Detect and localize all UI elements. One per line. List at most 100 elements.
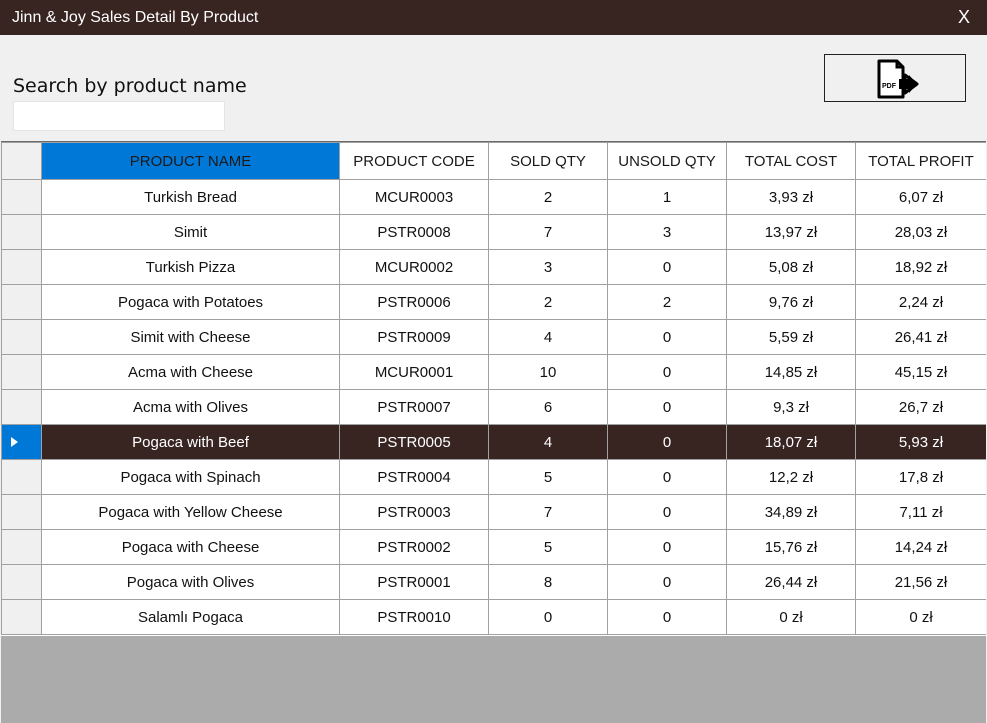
total-cost-cell[interactable]: 18,07 zł (726, 424, 856, 460)
sold-qty-cell[interactable]: 7 (488, 214, 608, 250)
product-name-cell[interactable]: Pogaca with Yellow Cheese (41, 494, 340, 530)
sold-qty-cell[interactable]: 7 (488, 494, 608, 530)
total-cost-cell[interactable]: 3,93 zł (726, 179, 856, 215)
unsold-qty-cell[interactable]: 0 (607, 389, 727, 425)
total-cost-cell[interactable]: 5,59 zł (726, 319, 856, 355)
total-profit-cell[interactable]: 18,92 zł (855, 249, 986, 285)
export-pdf-button[interactable]: PDF (824, 54, 966, 102)
total-profit-cell[interactable]: 28,03 zł (855, 214, 986, 250)
product-code-cell[interactable]: PSTR0008 (339, 214, 489, 250)
product-name-cell[interactable]: Simit with Cheese (41, 319, 340, 355)
total-cost-cell[interactable]: 5,08 zł (726, 249, 856, 285)
row-header[interactable] (1, 319, 42, 355)
sales-table[interactable]: PRODUCT NAME PRODUCT CODE SOLD QTY UNSOL… (1, 141, 986, 636)
column-header-total-profit[interactable]: TOTAL PROFIT (855, 142, 986, 180)
table-row[interactable]: Acma with Olives PSTR0007 6 0 9,3 zł 26,7 zł (1, 389, 986, 425)
row-header[interactable] (1, 459, 42, 495)
total-cost-cell[interactable]: 26,44 zł (726, 564, 856, 600)
sold-qty-cell[interactable]: 6 (488, 389, 608, 425)
product-code-cell[interactable]: MCUR0001 (339, 354, 489, 390)
row-header[interactable] (1, 354, 42, 390)
column-header-product-code[interactable]: PRODUCT CODE (339, 142, 489, 180)
column-header-unsold-qty[interactable]: UNSOLD QTY (607, 142, 727, 180)
row-header[interactable] (1, 529, 42, 565)
total-profit-cell[interactable]: 21,56 zł (855, 564, 986, 600)
total-profit-cell[interactable]: 7,11 zł (855, 494, 986, 530)
product-name-cell[interactable]: Acma with Cheese (41, 354, 340, 390)
product-name-cell[interactable]: Simit (41, 214, 340, 250)
row-header[interactable] (1, 249, 42, 285)
column-header-sold-qty[interactable]: SOLD QTY (488, 142, 608, 180)
product-name-cell[interactable]: Turkish Bread (41, 179, 340, 215)
product-code-cell[interactable]: PSTR0003 (339, 494, 489, 530)
total-profit-cell[interactable]: 26,7 zł (855, 389, 986, 425)
row-header[interactable] (1, 179, 42, 215)
total-cost-cell[interactable]: 15,76 zł (726, 529, 856, 565)
total-profit-cell[interactable]: 6,07 zł (855, 179, 986, 215)
table-row[interactable]: Simit PSTR0008 7 3 13,97 zł 28,03 zł (1, 214, 986, 250)
sold-qty-cell[interactable]: 4 (488, 319, 608, 355)
total-profit-cell[interactable]: 14,24 zł (855, 529, 986, 565)
total-cost-cell[interactable]: 12,2 zł (726, 459, 856, 495)
table-row[interactable]: Salamlı Pogaca PSTR0010 0 0 0 zł 0 zł (1, 599, 986, 635)
unsold-qty-cell[interactable]: 0 (607, 529, 727, 565)
column-header-product-name[interactable]: PRODUCT NAME (41, 142, 340, 180)
product-name-cell[interactable]: Pogaca with Beef (41, 424, 340, 460)
table-row[interactable]: Acma with Cheese MCUR0001 10 0 14,85 zł 45,15… (1, 354, 986, 390)
product-code-cell[interactable]: PSTR0006 (339, 284, 489, 320)
total-cost-cell[interactable]: 9,76 zł (726, 284, 856, 320)
product-name-cell[interactable]: Turkish Pizza (41, 249, 340, 285)
row-header[interactable] (1, 424, 42, 460)
product-code-cell[interactable]: PSTR0009 (339, 319, 489, 355)
total-profit-cell[interactable]: 17,8 zł (855, 459, 986, 495)
sold-qty-cell[interactable]: 5 (488, 459, 608, 495)
product-name-cell[interactable]: Pogaca with Spinach (41, 459, 340, 495)
product-code-cell[interactable]: PSTR0005 (339, 424, 489, 460)
row-header[interactable] (1, 389, 42, 425)
total-profit-cell[interactable]: 45,15 zł (855, 354, 986, 390)
table-row[interactable]: Turkish Bread MCUR0003 2 1 3,93 zł 6,07 zł (1, 179, 986, 215)
unsold-qty-cell[interactable]: 1 (607, 179, 727, 215)
unsold-qty-cell[interactable]: 0 (607, 249, 727, 285)
table-row[interactable]: Simit with Cheese PSTR0009 4 0 5,59 zł 26,41 … (1, 319, 986, 355)
total-profit-cell[interactable]: 2,24 zł (855, 284, 986, 320)
product-code-cell[interactable]: PSTR0004 (339, 459, 489, 495)
close-button[interactable]: X (955, 7, 973, 27)
unsold-qty-cell[interactable]: 2 (607, 284, 727, 320)
table-row[interactable]: Pogaca with Yellow Cheese PSTR0003 7 0 34,89… (1, 494, 986, 530)
sold-qty-cell[interactable]: 5 (488, 529, 608, 565)
row-header[interactable] (1, 214, 42, 250)
row-header[interactable] (1, 284, 42, 320)
total-profit-cell[interactable]: 26,41 zł (855, 319, 986, 355)
table-row[interactable]: Pogaca with Spinach PSTR0004 5 0 12,2 zł 17,8… (1, 459, 986, 495)
table-row[interactable]: Pogaca with Beef PSTR0005 4 0 18,07 zł 5,93 z… (1, 424, 986, 460)
total-profit-cell[interactable]: 5,93 zł (855, 424, 986, 460)
product-code-cell[interactable]: PSTR0002 (339, 529, 489, 565)
row-header[interactable] (1, 599, 42, 635)
product-code-cell[interactable]: PSTR0007 (339, 389, 489, 425)
search-input[interactable] (13, 101, 225, 131)
total-cost-cell[interactable]: 14,85 zł (726, 354, 856, 390)
unsold-qty-cell[interactable]: 0 (607, 564, 727, 600)
column-header-total-cost[interactable]: TOTAL COST (726, 142, 856, 180)
unsold-qty-cell[interactable]: 0 (607, 319, 727, 355)
unsold-qty-cell[interactable]: 3 (607, 214, 727, 250)
product-code-cell[interactable]: MCUR0003 (339, 179, 489, 215)
product-code-cell[interactable]: PSTR0001 (339, 564, 489, 600)
unsold-qty-cell[interactable]: 0 (607, 424, 727, 460)
total-cost-cell[interactable]: 9,3 zł (726, 389, 856, 425)
total-profit-cell[interactable]: 0 zł (855, 599, 986, 635)
total-cost-cell[interactable]: 34,89 zł (726, 494, 856, 530)
product-code-cell[interactable]: PSTR0010 (339, 599, 489, 635)
table-row[interactable]: Pogaca with Cheese PSTR0002 5 0 15,76 zł 14,2… (1, 529, 986, 565)
sold-qty-cell[interactable]: 2 (488, 284, 608, 320)
sold-qty-cell[interactable]: 8 (488, 564, 608, 600)
product-name-cell[interactable]: Salamlı Pogaca (41, 599, 340, 635)
product-name-cell[interactable]: Pogaca with Olives (41, 564, 340, 600)
row-header-corner[interactable] (1, 142, 42, 180)
table-row[interactable]: Pogaca with Olives PSTR0001 8 0 26,44 zł 21,5… (1, 564, 986, 600)
unsold-qty-cell[interactable]: 0 (607, 494, 727, 530)
sold-qty-cell[interactable]: 0 (488, 599, 608, 635)
product-name-cell[interactable]: Pogaca with Cheese (41, 529, 340, 565)
row-header[interactable] (1, 564, 42, 600)
